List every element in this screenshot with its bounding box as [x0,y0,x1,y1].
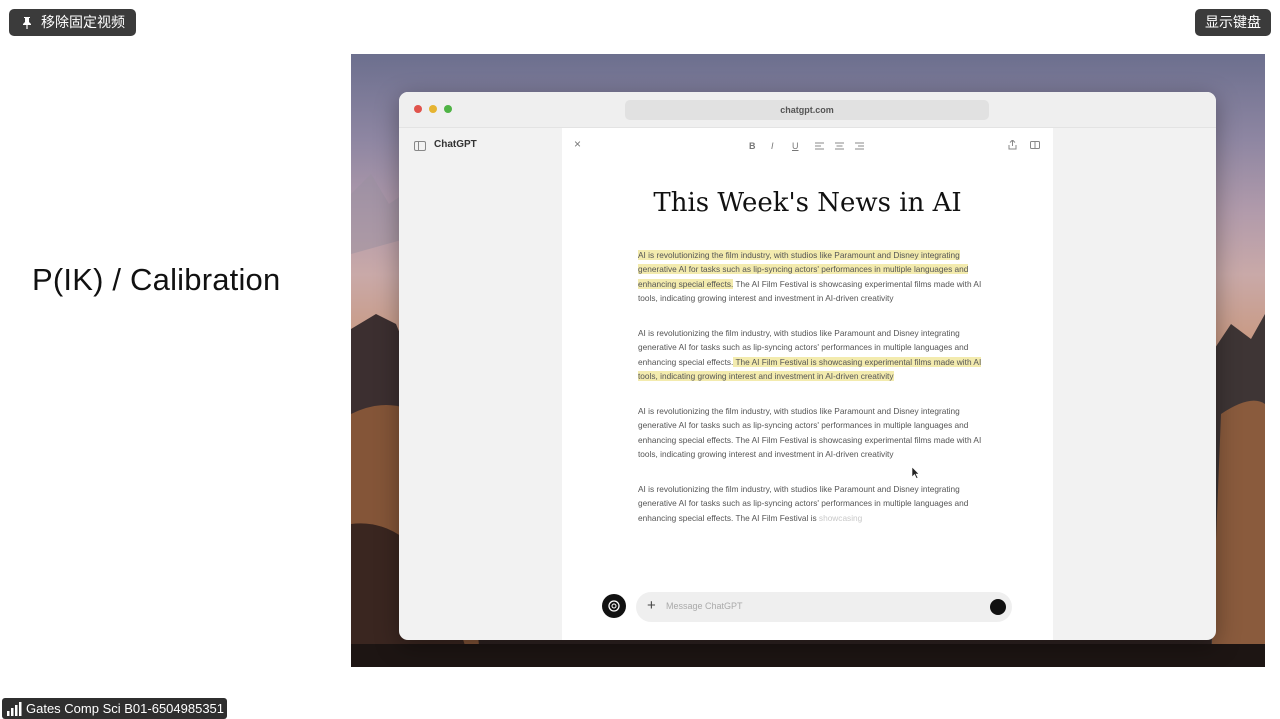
share-icon[interactable] [1008,140,1017,150]
maximize-window-button[interactable] [444,105,452,113]
show-keyboard-button[interactable]: 显示键盘 [1195,9,1271,36]
italic-button[interactable]: I [771,141,774,151]
slide-title: P(IK) / Calibration [32,262,281,297]
underline-button[interactable]: U [792,141,799,151]
send-button[interactable] [990,599,1006,615]
meeting-name-badge: Gates Comp Sci B01-6504985351 [2,698,227,719]
close-window-button[interactable] [414,105,422,113]
unpin-video-label: 移除固定视频 [41,14,125,30]
minimize-window-button[interactable] [429,105,437,113]
mouse-cursor-icon [912,467,920,479]
document-paragraph-3: AI is revolutionizing the film industry,… [638,406,982,460]
document-canvas: × B I U This Week's News in AI AI is rev… [562,128,1053,640]
unpin-video-button[interactable]: 移除固定视频 [9,9,136,36]
message-composer[interactable]: + Message ChatGPT [636,592,1012,622]
show-keyboard-label: 显示键盘 [1205,14,1261,30]
address-bar[interactable]: chatgpt.com [625,100,989,120]
browser-titlebar: chatgpt.com [399,92,1216,128]
document-paragraph-4: AI is revolutionizing the film industry,… [638,482,982,525]
browser-window: chatgpt.com ChatGPT × B I U This Week's … [399,92,1216,640]
message-input[interactable]: Message ChatGPT [666,601,743,611]
document-title: This Week's News in AI [653,188,962,218]
attach-plus-icon[interactable]: + [647,597,656,614]
chatgpt-logo-icon [602,594,626,618]
pin-icon [19,15,35,31]
document-paragraph-1: AI is revolutionizing the film industry,… [638,248,982,306]
align-right-icon[interactable] [855,142,864,150]
plain-text: AI is revolutionizing the film industry,… [638,484,969,523]
streaming-text: showcasing [816,512,863,523]
align-center-icon[interactable] [835,142,844,150]
align-left-icon[interactable] [815,142,824,150]
split-view-icon[interactable] [1030,141,1040,149]
bold-button[interactable]: B [749,141,756,151]
meeting-name: Gates Comp Sci B01-6504985351 [26,701,225,716]
document-paragraph-2: AI is revolutionizing the film industry,… [638,326,982,384]
sidebar-brand: ChatGPT [434,139,477,150]
close-icon[interactable]: × [574,137,581,151]
sidebar-toggle-icon[interactable] [414,141,426,151]
signal-bars-icon [7,701,22,716]
shared-screen: chatgpt.com ChatGPT × B I U This Week's … [351,54,1265,667]
